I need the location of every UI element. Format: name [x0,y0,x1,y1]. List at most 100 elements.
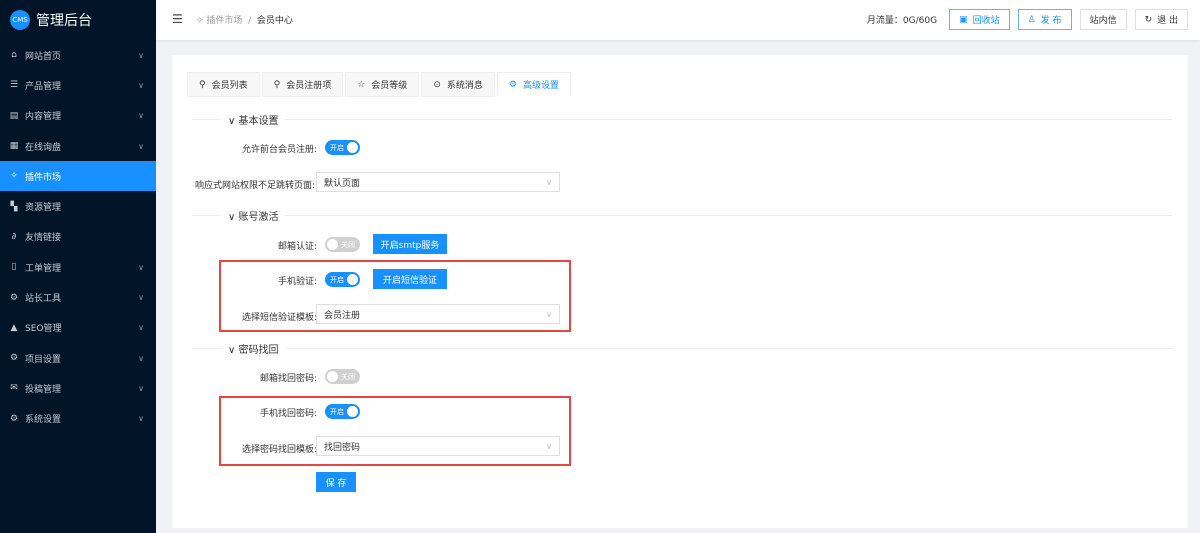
section-basic: ∨ 基本设置 [192,113,1172,127]
table-icon: ▦ [9,141,19,152]
breadcrumb-item[interactable]: 插件市场 [206,16,242,26]
publish-button[interactable]: ♙ 发 布 [1017,9,1072,30]
sidebar-item[interactable]: ▚ 资源管理 [0,191,156,221]
phone-recover-toggle[interactable]: 开启 [325,404,360,419]
sidebar-item[interactable]: ⌂ 网站首页 ∨ [0,40,156,70]
grid-icon: ▚ [10,201,18,212]
sidebar-item-label: 内容管理 [25,112,62,123]
tab-icon: ⚙ [508,79,517,90]
recover-template-label: 选择密码找回模板: [241,445,317,455]
chevron-down-icon: ∨ [138,111,144,121]
sidebar-item-label: 系统设置 [25,415,62,426]
home-icon: ⌂ [11,50,17,61]
settings-icon: ⚙ [9,353,19,364]
sidebar-item-label: 友情链接 [25,233,62,244]
sidebar-item[interactable]: ∂ 友情链接 [0,222,156,252]
tab-label: 会员注册项 [286,81,332,91]
tools-icon: ⚙ [9,292,19,303]
smtp-button[interactable]: 开启smtp服务 [373,234,447,254]
tab-label: 会员等级 [371,81,408,91]
chevron-down-icon: ∨ [138,50,144,60]
phone-recover-label: 手机找回密码: [259,409,317,419]
messages-button[interactable]: 站内信 [1079,9,1127,30]
sms-template-label: 选择短信验证模板: [241,313,317,323]
email-recover-label: 邮箱找回密码: [259,374,317,384]
bell-icon: ♙ [1027,14,1036,25]
tab-label: 会员列表 [211,81,248,91]
section-recover: ∨ 密码找回 [192,342,1172,356]
chevron-down-icon: ∨ [546,441,552,451]
sidebar-item[interactable]: ⚙ 站长工具 ∨ [0,282,156,312]
chevron-down-icon: ∨ [138,383,144,393]
tab[interactable]: ⚲ 会员注册项 [261,72,344,97]
tab-icon: ⊙ [433,79,441,90]
pin-icon: ✧ [10,171,18,182]
breadcrumb: ✧ 插件市场 / 会员中心 [196,16,293,26]
sidebar-item[interactable]: ⚙ 项目设置 ∨ [0,343,156,373]
sidebar-item-label: 站长工具 [25,294,62,305]
section-activate: ∨ 账号激活 [192,209,1172,223]
email-verify-toggle[interactable]: 关闭 [325,237,360,252]
header: ☰ ✧ 插件市场 / 会员中心 月流量：0G/60G ▣ 回收站 ♙ 发 布 站内信… [156,0,1200,40]
chevron-down-icon: ∨ [138,141,144,151]
allow-reg-toggle[interactable]: 开启 [325,140,360,155]
sidebar-item[interactable]: ▯ 工单管理 ∨ [0,252,156,282]
sidebar-item[interactable]: ✉ 投稿管理 ∨ [0,373,156,403]
link-icon: ∂ [11,231,17,242]
chevron-down-icon: ∨ [138,414,144,424]
tab[interactable]: ⚲ 会员列表 [187,72,260,97]
sms-template-value: 会员注册 [324,310,361,321]
chevron-down-icon: ∨ [138,353,144,363]
sidebar-item[interactable]: ⚙ 系统设置 ∨ [0,404,156,434]
tab-bar: ⚲ 会员列表 ⚲ 会员注册项 ☆ 会员等级 ⊙ 系统消息 ⚙ 高级设置 [187,72,573,97]
section-title: 基本设置 [238,115,279,127]
tab-icon: ☆ [357,79,366,90]
sidebar-item[interactable]: ☰ 产品管理 ∨ [0,70,156,100]
email-recover-toggle[interactable]: 关闭 [325,369,360,384]
sidebar-item[interactable]: ✧ 插件市场 [0,161,156,192]
recycle-icon: ▣ [959,14,968,25]
sms-template-select[interactable]: 会员注册 ∨ [316,304,560,324]
recycle-button[interactable]: ▣ 回收站 [949,9,1010,30]
tab[interactable]: ⊙ 系统消息 [421,72,495,97]
tab-icon: ⚲ [199,79,206,90]
content-icon: ▤ [9,110,19,121]
sidebar-item[interactable]: ▤ 内容管理 ∨ [0,101,156,131]
sidebar-item[interactable]: ▲ SEO管理 ∨ [0,313,156,343]
phone-verify-toggle[interactable]: 开启 [325,272,360,287]
redirect-value: 默认页面 [324,178,361,189]
tab-label: 高级设置 [522,81,559,91]
sidebar-item-label: 投稿管理 [25,384,62,395]
logout-icon: ↻ [1144,14,1153,25]
sidebar-item-label: SEO管理 [25,324,62,335]
traffic-text: 月流量：0G/60G [866,16,938,26]
sidebar: CMS 管理后台 ⌂ 网站首页 ∨ ☰ 产品管理 ∨ ▤ 内容管理 ∨ ▦ 在线询盘 ∨ ✧ 插件市场 ▚ 资源… [0,0,156,533]
section-title: 账号激活 [238,211,279,223]
redirect-select[interactable]: 默认页面 ∨ [316,172,560,192]
logo[interactable]: CMS 管理后台 [0,0,156,40]
content-card: ⚲ 会员列表 ⚲ 会员注册项 ☆ 会员等级 ⊙ 系统消息 ⚙ 高级设置 ∨ 基本设置 允许前台会员… [172,55,1188,528]
sms-button[interactable]: 开启短信验证 [373,269,447,289]
sidebar-item[interactable]: ▦ 在线询盘 ∨ [0,131,156,161]
messages-label: 站内信 [1089,16,1117,26]
chevron-down-icon: ∨ [138,323,144,333]
tab-icon: ⚲ [273,79,281,90]
app-title: 管理后台 [36,13,92,29]
tab-label: 系统消息 [446,81,483,91]
logout-button[interactable]: ↻ 退 出 [1134,9,1188,30]
chevron-down-icon: ∨ [546,177,552,187]
sidebar-item-label: 插件市场 [25,172,62,183]
recover-template-value: 找回密码 [324,442,361,453]
allow-reg-label: 允许前台会员注册: [241,145,317,155]
recover-template-select[interactable]: 找回密码 ∨ [316,436,560,456]
chevron-down-icon: ∨ [138,80,144,90]
chevron-down-icon: ∨ [546,309,552,319]
logout-label: 退 出 [1157,16,1178,26]
menu-toggle-icon[interactable]: ☰ [172,12,183,26]
tab[interactable]: ☆ 会员等级 [345,72,420,97]
tab[interactable]: ⚙ 高级设置 [496,72,571,97]
warning-icon: ▲ [10,322,18,333]
sidebar-item-label: 工单管理 [25,263,62,274]
save-button[interactable]: 保 存 [316,472,356,492]
sidebar-item-label: 在线询盘 [25,142,62,153]
